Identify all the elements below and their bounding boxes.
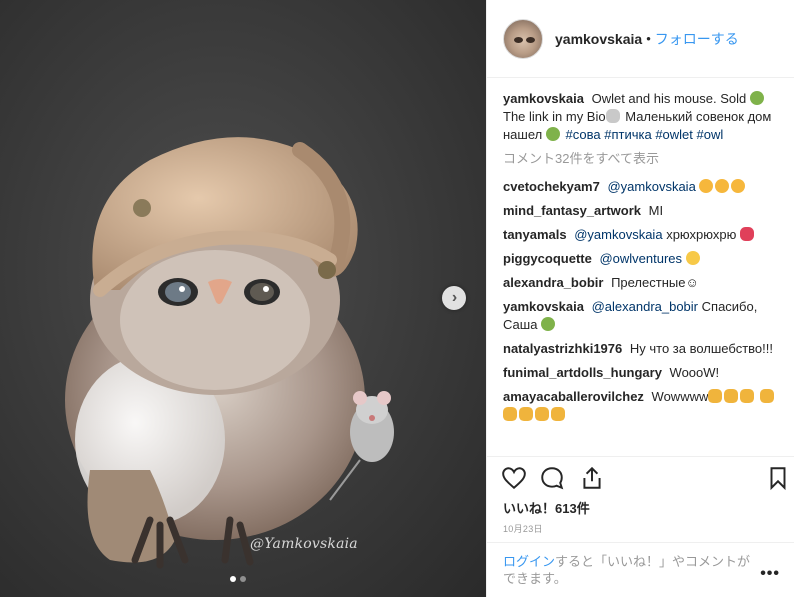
login-prompt: ログインすると「いいね！」やコメントができます。 xyxy=(487,542,794,597)
hashtag-link[interactable]: #owl xyxy=(697,127,724,142)
owl-illustration xyxy=(65,137,394,569)
comment: yamkovskaia @alexandra_bobir Спасибо, Са… xyxy=(503,298,789,334)
caption-username[interactable]: yamkovskaia xyxy=(503,91,584,106)
comment: cvetochekyam7 @yamkovskaia xyxy=(503,178,789,196)
comment-username[interactable]: tanyamals xyxy=(503,227,567,242)
bouquet-icon xyxy=(749,91,764,105)
comment-text: MI xyxy=(648,203,664,218)
comment-username[interactable]: cvetochekyam7 xyxy=(503,179,600,194)
post-header: yamkovskaia • フォローする xyxy=(487,0,794,78)
comment-icon[interactable] xyxy=(539,465,565,491)
header-username[interactable]: yamkovskaia xyxy=(555,31,642,47)
clap-icon xyxy=(503,407,517,421)
photo-watermark: @Yamkovskaia xyxy=(250,536,358,552)
bouquet-icon xyxy=(541,317,556,331)
comment: tanyamals @yamkovskaia хрюхрюхрю xyxy=(503,226,789,244)
comment-mention[interactable]: @yamkovskaia xyxy=(607,179,695,194)
kiss-face-icon xyxy=(731,179,746,193)
clap-icon xyxy=(724,389,739,403)
carousel-dot-1 xyxy=(230,576,236,582)
comment-username[interactable]: mind_fantasy_artwork xyxy=(503,203,641,218)
comment: mind_fantasy_artwork MI xyxy=(503,202,789,220)
clap-icon xyxy=(551,407,565,421)
comment-text: WoooW! xyxy=(669,365,720,380)
chevron-right-icon: › xyxy=(451,288,458,306)
mouse-icon xyxy=(605,109,620,123)
hashtag-link[interactable]: #owlet xyxy=(655,127,693,142)
clap-icon xyxy=(708,389,723,403)
carousel-next-button[interactable]: › xyxy=(442,286,466,310)
comment-mention[interactable]: @owlventures xyxy=(599,251,682,266)
comment: funimal_artdolls_hungary WoooW! xyxy=(503,364,789,382)
avatar-eye xyxy=(526,36,535,43)
comment-mention[interactable]: @alexandra_bobir xyxy=(592,299,698,314)
clap-icon xyxy=(760,389,774,403)
more-options-icon[interactable]: ••• xyxy=(760,565,780,583)
bookmark-icon[interactable] xyxy=(765,465,791,491)
share-icon[interactable] xyxy=(579,465,605,491)
post-date: 10月23日 xyxy=(503,524,543,534)
bouquet-icon xyxy=(545,127,560,141)
comment-username[interactable]: yamkovskaia xyxy=(503,299,584,314)
comment: piggycoquette @owlventures xyxy=(503,250,789,268)
comment-text: Ну что за волшебство!!! xyxy=(629,341,773,356)
post-sidebar: yamkovskaia • フォローする yamkovskaia Owlet a… xyxy=(486,0,794,597)
comment-username[interactable]: piggycoquette xyxy=(503,251,592,266)
avatar-eye xyxy=(514,36,523,43)
carousel-dot-2 xyxy=(240,576,246,582)
comment: natalyastrizhki1976 Ну что за волшебство… xyxy=(503,340,789,358)
kiss-face-icon xyxy=(715,179,730,193)
hashtag-link[interactable]: #сова xyxy=(565,127,600,142)
clap-icon xyxy=(740,389,755,403)
smile-icon xyxy=(685,251,700,265)
comment-text: Прелестные☺ xyxy=(611,275,699,290)
avatar[interactable] xyxy=(503,18,543,59)
kiss-face-icon xyxy=(699,179,714,193)
carousel-indicator xyxy=(230,576,246,582)
likes-count[interactable]: いいね！613件 xyxy=(503,498,590,517)
caption: yamkovskaia Owlet and his mouse. Sold Th… xyxy=(503,90,789,144)
comment-mention[interactable]: @yamkovskaia xyxy=(574,227,662,242)
post-photo[interactable]: @Yamkovskaia › xyxy=(0,0,486,597)
clap-icon xyxy=(519,407,533,421)
comments-list[interactable]: yamkovskaia Owlet and his mouse. Sold Th… xyxy=(503,90,789,450)
comment-username[interactable]: alexandra_bobir xyxy=(503,275,603,290)
comment: amayacaballerovilchez Wowwww xyxy=(503,388,789,424)
comment-username[interactable]: natalyastrizhki1976 xyxy=(503,341,622,356)
header-separator: • xyxy=(646,31,651,46)
action-bar xyxy=(487,456,794,496)
clap-icon xyxy=(535,407,549,421)
caption-text-1: Owlet and his mouse. Sold xyxy=(591,91,747,106)
login-link[interactable]: ログイン xyxy=(503,554,555,569)
comment-username[interactable]: amayacaballerovilchez xyxy=(503,389,644,404)
caption-text-2: The link in my Bio xyxy=(503,109,606,124)
follow-button[interactable]: フォローする xyxy=(655,29,739,49)
comment-text: хрюхрюхрю xyxy=(666,227,737,242)
comment: alexandra_bobir Прелестные☺ xyxy=(503,274,789,292)
comment-username[interactable]: funimal_artdolls_hungary xyxy=(503,365,662,380)
like-heart-icon[interactable] xyxy=(501,465,527,491)
view-all-comments-link[interactable]: コメント32件をすべて表示 xyxy=(503,150,789,168)
hashtag-link[interactable]: #птичка xyxy=(604,127,651,142)
instagram-post: @Yamkovskaia › yamkovskaia • フォローする yamk… xyxy=(0,0,794,597)
pig-nose-icon xyxy=(739,227,754,241)
comment-text: Wowwww xyxy=(651,389,709,404)
